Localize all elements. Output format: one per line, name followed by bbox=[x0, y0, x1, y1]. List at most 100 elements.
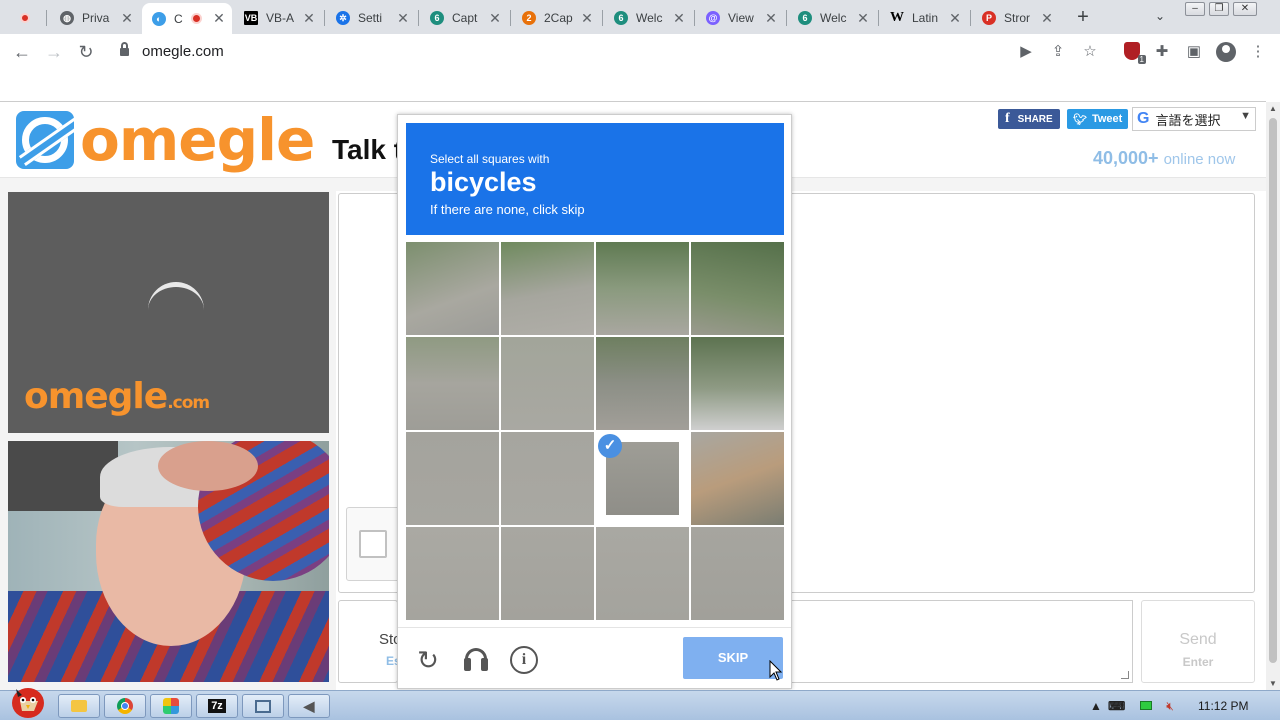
challenge-tile[interactable] bbox=[501, 432, 594, 525]
taskbar-audio-icon[interactable]: ◀ bbox=[288, 694, 330, 718]
stop-button[interactable]: Sto Es bbox=[338, 600, 402, 683]
tab-search-chevron-icon[interactable]: ⌄ bbox=[1152, 9, 1168, 25]
taskbar-folder-icon[interactable] bbox=[58, 694, 100, 718]
self-video bbox=[8, 441, 329, 682]
tab-wikipedia[interactable]: W Latin ✕ bbox=[880, 4, 968, 32]
challenge-tile[interactable] bbox=[501, 242, 594, 335]
tile-image bbox=[501, 432, 594, 525]
bookmark-star-icon[interactable]: ☆ bbox=[1080, 42, 1100, 62]
tray-volume-muted-icon[interactable]: 🔇︎ bbox=[1162, 698, 1178, 714]
forward-arrow-icon[interactable]: → bbox=[42, 40, 66, 64]
challenge-tile[interactable]: ✓ bbox=[596, 432, 689, 525]
recaptcha-checkbox[interactable] bbox=[359, 530, 387, 558]
tab-strong[interactable]: P Stror ✕ bbox=[972, 4, 1060, 32]
tab-welcome-2[interactable]: 6 Welc ✕ bbox=[788, 4, 876, 32]
recording-dot-icon bbox=[20, 13, 30, 23]
challenge-tile[interactable] bbox=[501, 527, 594, 620]
scroll-thumb[interactable] bbox=[1269, 118, 1277, 663]
omegle-logo-icon bbox=[16, 111, 74, 169]
url-text: omegle.com bbox=[142, 43, 224, 60]
facebook-share-button[interactable]: f SHARE bbox=[998, 109, 1060, 129]
address-bar[interactable]: omegle.com bbox=[108, 37, 1278, 67]
tab-view[interactable]: @ View ✕ bbox=[696, 4, 784, 32]
reload-challenge-icon[interactable]: ↻ bbox=[414, 646, 442, 674]
window-close-button[interactable]: ✕ bbox=[1233, 2, 1257, 16]
audio-challenge-headphones-icon[interactable] bbox=[462, 646, 490, 674]
info-icon[interactable]: i bbox=[510, 646, 538, 674]
challenge-tile[interactable] bbox=[691, 432, 784, 525]
challenge-tile[interactable] bbox=[406, 527, 499, 620]
new-tab-plus-icon[interactable]: + bbox=[1074, 6, 1092, 28]
dropdown-caret-icon: ▼ bbox=[1240, 110, 1251, 122]
resize-grip-icon[interactable] bbox=[1121, 671, 1129, 679]
tab-private[interactable]: ◍ Priva ✕ bbox=[50, 4, 140, 32]
close-icon[interactable]: ✕ bbox=[120, 10, 134, 27]
challenge-tile[interactable] bbox=[596, 337, 689, 430]
profile-avatar-icon[interactable] bbox=[1216, 42, 1236, 62]
challenge-tile[interactable] bbox=[691, 337, 784, 430]
omegle-logo-text: omegle bbox=[80, 106, 315, 174]
close-icon[interactable]: ✕ bbox=[488, 10, 502, 27]
vb-favicon-icon: VB bbox=[244, 11, 258, 25]
skip-button[interactable]: SKIP bbox=[683, 637, 783, 679]
extensions-puzzle-icon[interactable]: ✚ bbox=[1152, 42, 1172, 62]
close-icon[interactable]: ✕ bbox=[396, 10, 410, 27]
taskbar-apps-icon[interactable] bbox=[150, 694, 192, 718]
start-button[interactable] bbox=[6, 681, 50, 720]
tab-welcome-1[interactable]: 6 Welc ✕ bbox=[604, 4, 692, 32]
taskbar-network-icon[interactable] bbox=[242, 694, 284, 718]
close-icon[interactable]: ✕ bbox=[302, 10, 316, 27]
challenge-tile[interactable] bbox=[691, 242, 784, 335]
close-icon[interactable]: ✕ bbox=[1040, 10, 1054, 27]
share-icon[interactable]: ⇪ bbox=[1048, 42, 1068, 62]
challenge-grid: ✓ bbox=[406, 242, 784, 620]
2captcha-icon: 2 bbox=[522, 11, 536, 25]
side-panel-icon[interactable]: ▣ bbox=[1184, 42, 1204, 62]
send-button[interactable]: Send Enter bbox=[1141, 600, 1255, 683]
tab-omegle[interactable]: ◐ C ✕ bbox=[142, 3, 232, 34]
tray-app-icon[interactable]: ⌨ bbox=[1108, 698, 1125, 714]
taskbar-chrome-icon[interactable] bbox=[104, 694, 146, 718]
close-icon[interactable]: ✕ bbox=[948, 10, 962, 27]
challenge-tile[interactable] bbox=[406, 432, 499, 525]
scroll-down-icon[interactable]: ▼ bbox=[1269, 679, 1277, 688]
camera-icon[interactable]: ▶ bbox=[1016, 42, 1036, 62]
challenge-tile[interactable] bbox=[406, 337, 499, 430]
tray-expand-icon[interactable]: ▲ bbox=[1088, 698, 1104, 714]
reload-icon[interactable]: ↻ bbox=[74, 40, 98, 64]
taskbar-7zip-icon[interactable]: 7z bbox=[196, 694, 238, 718]
tab-recording[interactable] bbox=[10, 4, 46, 32]
challenge-tile[interactable] bbox=[596, 242, 689, 335]
close-icon[interactable]: ✕ bbox=[212, 10, 226, 27]
challenge-tile[interactable] bbox=[596, 527, 689, 620]
close-icon[interactable]: ✕ bbox=[764, 10, 778, 27]
challenge-header: Select all squares with bicycles If ther… bbox=[406, 123, 784, 235]
message-input[interactable] bbox=[790, 600, 1133, 683]
challenge-tile[interactable] bbox=[406, 242, 499, 335]
page-scrollbar[interactable]: ▲ ▼ bbox=[1266, 102, 1280, 690]
tab-settings[interactable]: ✲ Setti ✕ bbox=[326, 4, 416, 32]
tab-vb-audio[interactable]: VB VB-A ✕ bbox=[234, 4, 322, 32]
close-icon[interactable]: ✕ bbox=[580, 10, 594, 27]
stranger-video: omegle.com bbox=[8, 192, 329, 433]
scroll-up-icon[interactable]: ▲ bbox=[1269, 104, 1277, 113]
close-icon[interactable]: ✕ bbox=[672, 10, 686, 27]
tile-image bbox=[501, 242, 594, 335]
menu-kebab-icon[interactable]: ⋮ bbox=[1248, 42, 1268, 62]
tab-capsolver[interactable]: 6 Capt ✕ bbox=[420, 4, 508, 32]
tile-image bbox=[501, 527, 594, 620]
challenge-tile[interactable] bbox=[691, 527, 784, 620]
at-icon: @ bbox=[706, 11, 720, 25]
back-arrow-icon[interactable]: ← bbox=[10, 40, 34, 64]
tile-image bbox=[596, 242, 689, 335]
maximize-button[interactable]: ❐ bbox=[1209, 2, 1229, 16]
tweet-button[interactable]: 🐦︎ Tweet bbox=[1067, 109, 1129, 129]
language-select[interactable]: G 言語を選択 ▼ bbox=[1132, 107, 1256, 131]
close-icon[interactable]: ✕ bbox=[856, 10, 870, 27]
ublock-extension-icon[interactable]: 1 bbox=[1124, 42, 1146, 64]
tab-2captcha[interactable]: 2 2Cap ✕ bbox=[512, 4, 600, 32]
minimize-button[interactable]: – bbox=[1185, 2, 1205, 16]
google-g-icon: G bbox=[1137, 110, 1150, 127]
tray-battery-icon[interactable] bbox=[1138, 698, 1154, 714]
challenge-tile[interactable] bbox=[501, 337, 594, 430]
